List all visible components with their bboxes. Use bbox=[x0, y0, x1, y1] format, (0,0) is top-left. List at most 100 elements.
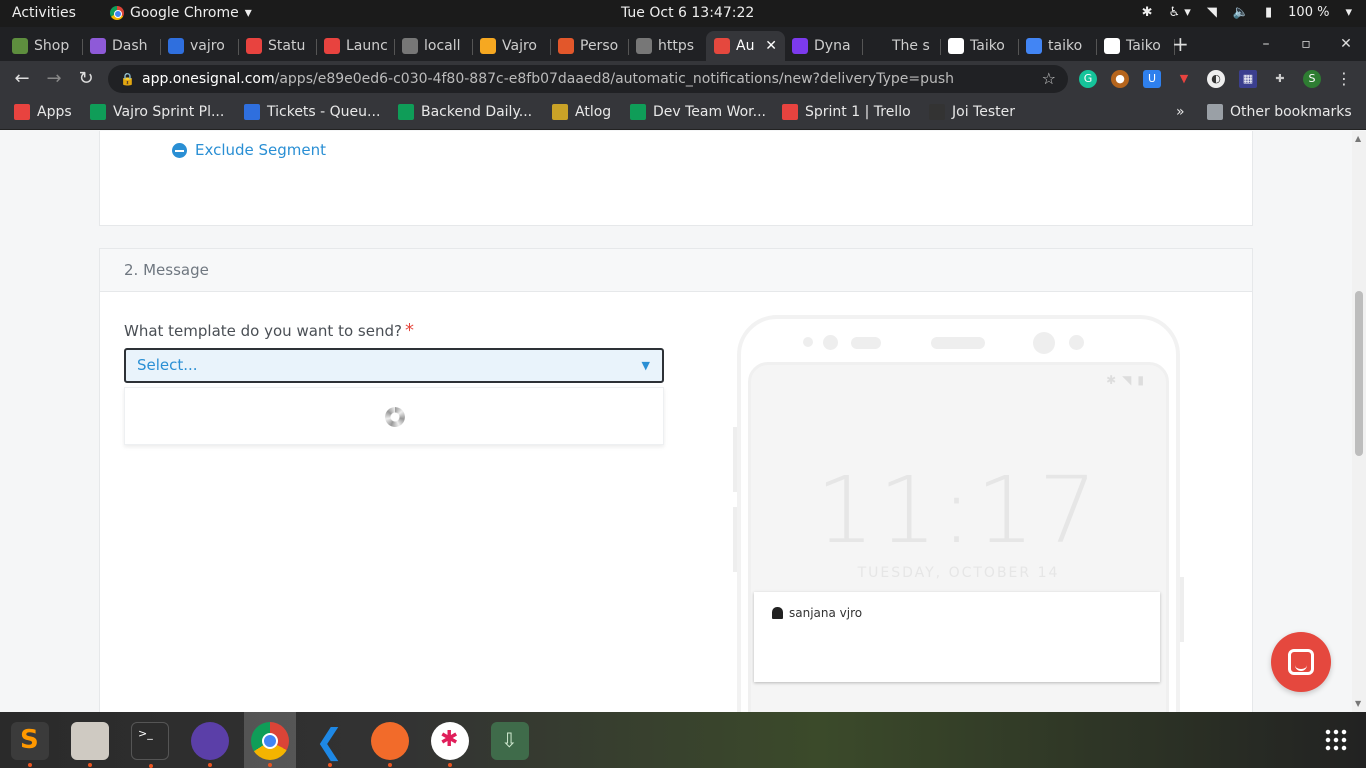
files-icon[interactable] bbox=[71, 722, 109, 767]
url-path: /apps/e89e0ed6-c030-4f80-887c-e8fb07daae… bbox=[274, 71, 955, 87]
template-select[interactable]: Select... ▼ bbox=[124, 348, 664, 383]
template-select-value: Select... bbox=[137, 356, 198, 374]
kebab-menu-icon[interactable]: ⋮ bbox=[1335, 70, 1353, 88]
chevron-down-icon: ▾ bbox=[1345, 5, 1352, 20]
bookmark-item[interactable]: Apps bbox=[14, 104, 72, 120]
close-window-button[interactable]: ✕ bbox=[1326, 27, 1366, 61]
profile-avatar[interactable]: S bbox=[1303, 70, 1321, 88]
bookmarks-bar: Apps Vajro Sprint Pl... Tickets - Queu... B… bbox=[0, 97, 1366, 130]
notification-app-name: sanjana vjro bbox=[789, 606, 863, 620]
sublime-glyph: S bbox=[20, 725, 39, 755]
sublime-text-icon[interactable]: S bbox=[11, 722, 49, 767]
browser-tab[interactable]: Taiko bbox=[1096, 31, 1175, 61]
window-controls: – ▫ ✕ bbox=[1246, 27, 1366, 61]
tab-favicon-icon bbox=[12, 38, 28, 54]
chat-launcher-button[interactable] bbox=[1271, 632, 1331, 692]
minus-circle-icon bbox=[172, 142, 187, 158]
bookmark-item[interactable]: Joi Tester bbox=[929, 104, 1015, 120]
ubuntu-dock: S >_ ❮ ✱ ⇩ bbox=[0, 712, 1366, 768]
bookmark-item[interactable]: Sprint 1 | Trello bbox=[782, 104, 911, 120]
back-arrow-icon[interactable]: ← bbox=[10, 67, 34, 91]
running-indicator bbox=[208, 763, 212, 767]
terminal-icon[interactable]: >_ bbox=[131, 722, 169, 768]
phone-camera bbox=[823, 335, 838, 350]
clock[interactable]: Tue Oct 6 13:47:22 bbox=[621, 5, 754, 21]
vscode-icon[interactable]: ❮ bbox=[311, 722, 349, 767]
scrollbar-thumb[interactable] bbox=[1355, 291, 1363, 456]
phone-front-camera bbox=[1033, 332, 1055, 354]
bookmark-item[interactable]: Backend Daily... bbox=[398, 104, 532, 120]
accessibility-icon[interactable]: ♿ ▾ bbox=[1169, 5, 1191, 20]
folder-icon bbox=[1207, 104, 1223, 120]
browser-tab[interactable]: taiko bbox=[1018, 31, 1097, 61]
lock-icon[interactable]: 🔒 bbox=[120, 65, 135, 93]
page-scrollbar[interactable]: ▲ ▼ bbox=[1352, 131, 1366, 712]
reload-icon[interactable]: ↻ bbox=[74, 67, 98, 91]
new-tab-button[interactable]: + bbox=[1172, 31, 1189, 57]
scroll-up-icon[interactable]: ▲ bbox=[1355, 134, 1361, 143]
browser-tab[interactable]: Perso bbox=[550, 31, 629, 61]
browser-tab[interactable]: Shop bbox=[4, 31, 83, 61]
tab-favicon-icon bbox=[870, 38, 886, 54]
browser-tab[interactable]: Taiko bbox=[940, 31, 1019, 61]
postman-icon[interactable] bbox=[371, 722, 409, 767]
bookmark-favicon-icon bbox=[782, 104, 798, 120]
slack-icon[interactable]: ✱ bbox=[431, 722, 469, 767]
u-extension-icon[interactable]: U bbox=[1143, 70, 1161, 88]
browser-tab[interactable]: Dyna bbox=[784, 31, 863, 61]
browser-tab[interactable]: The s bbox=[862, 31, 941, 61]
browser-tab[interactable]: Statu bbox=[238, 31, 317, 61]
browser-tab[interactable]: Dash bbox=[82, 31, 161, 61]
tab-title: Shop bbox=[34, 38, 70, 54]
slack-tray-icon[interactable]: ✱ bbox=[1142, 5, 1153, 20]
minimize-button[interactable]: – bbox=[1246, 27, 1286, 61]
phone-side-button bbox=[733, 507, 737, 572]
browser-tab[interactable]: vajro bbox=[160, 31, 239, 61]
grammarly-icon[interactable]: G bbox=[1079, 70, 1097, 88]
bookmark-favicon-icon bbox=[552, 104, 568, 120]
circle-extension-icon[interactable]: ◐ bbox=[1207, 70, 1225, 88]
running-indicator bbox=[268, 763, 272, 767]
extensions-puzzle-icon[interactable]: ✚ bbox=[1271, 70, 1289, 88]
tab-strip: Shop Dash vajro Statu Launc locall Vajro Perso h… bbox=[0, 27, 1366, 61]
owl-app-icon[interactable] bbox=[191, 722, 229, 767]
maximize-button[interactable]: ▫ bbox=[1286, 27, 1326, 61]
navigation-bar: ← → ↻ 🔒 app.onesignal.com/apps/e89e0ed6-… bbox=[0, 61, 1366, 97]
exclude-segment-link[interactable]: Exclude Segment bbox=[172, 141, 326, 159]
browser-tab[interactable]: Launc bbox=[316, 31, 395, 61]
tab-favicon-icon bbox=[480, 38, 496, 54]
template-dropdown-menu bbox=[124, 387, 664, 445]
bookmark-favicon-icon bbox=[90, 104, 106, 120]
phone-preview: ✱◥▮ 11:17 TUESDAY, OCTOBER 14 sanjana vj… bbox=[737, 315, 1180, 712]
bookmarks-overflow[interactable]: » bbox=[1176, 104, 1185, 120]
vee-extension-icon[interactable]: ▼ bbox=[1175, 70, 1193, 88]
browser-tab[interactable]: Vajro bbox=[472, 31, 551, 61]
bookmark-item[interactable]: Tickets - Queu... bbox=[244, 104, 380, 120]
other-bookmarks[interactable]: Other bookmarks bbox=[1207, 104, 1352, 120]
bookmark-item[interactable]: Dev Team Wor... bbox=[630, 104, 766, 120]
bookmark-label: Joi Tester bbox=[952, 104, 1015, 120]
grid-extension-icon[interactable]: ▦ bbox=[1239, 70, 1257, 88]
browser-tab[interactable]: https bbox=[628, 31, 707, 61]
chrome-dock-icon[interactable] bbox=[251, 722, 289, 767]
forward-arrow-icon[interactable]: → bbox=[42, 67, 66, 91]
address-bar[interactable]: 🔒 app.onesignal.com/apps/e89e0ed6-c030-4… bbox=[108, 65, 1068, 93]
bookmark-star-icon[interactable]: ☆ bbox=[1042, 65, 1056, 93]
running-indicator bbox=[28, 763, 32, 767]
tab-title: vajro bbox=[190, 38, 225, 54]
close-tab-icon[interactable]: ✕ bbox=[765, 38, 777, 54]
chat-icon bbox=[1288, 649, 1314, 675]
activities-button[interactable]: Activities bbox=[12, 5, 76, 21]
system-tray[interactable]: ✱ ♿ ▾ ◥ 🔈 ▮ 100 % ▾ bbox=[1142, 5, 1352, 20]
browser-tab[interactable]: Au ✕ bbox=[706, 31, 785, 61]
scroll-down-icon[interactable]: ▼ bbox=[1355, 699, 1361, 708]
tab-favicon-icon bbox=[1104, 38, 1120, 54]
bookmark-item[interactable]: Vajro Sprint Pl... bbox=[90, 104, 224, 120]
tab-title: Dyna bbox=[814, 38, 851, 54]
app-menu[interactable]: Google Chrome ▾ bbox=[110, 5, 252, 21]
downloader-icon[interactable]: ⇩ bbox=[491, 722, 529, 760]
cookie-icon[interactable]: ● bbox=[1111, 70, 1129, 88]
bookmark-item[interactable]: Atlog bbox=[552, 104, 611, 120]
show-applications-icon[interactable] bbox=[1324, 728, 1348, 752]
browser-tab[interactable]: locall bbox=[394, 31, 473, 61]
